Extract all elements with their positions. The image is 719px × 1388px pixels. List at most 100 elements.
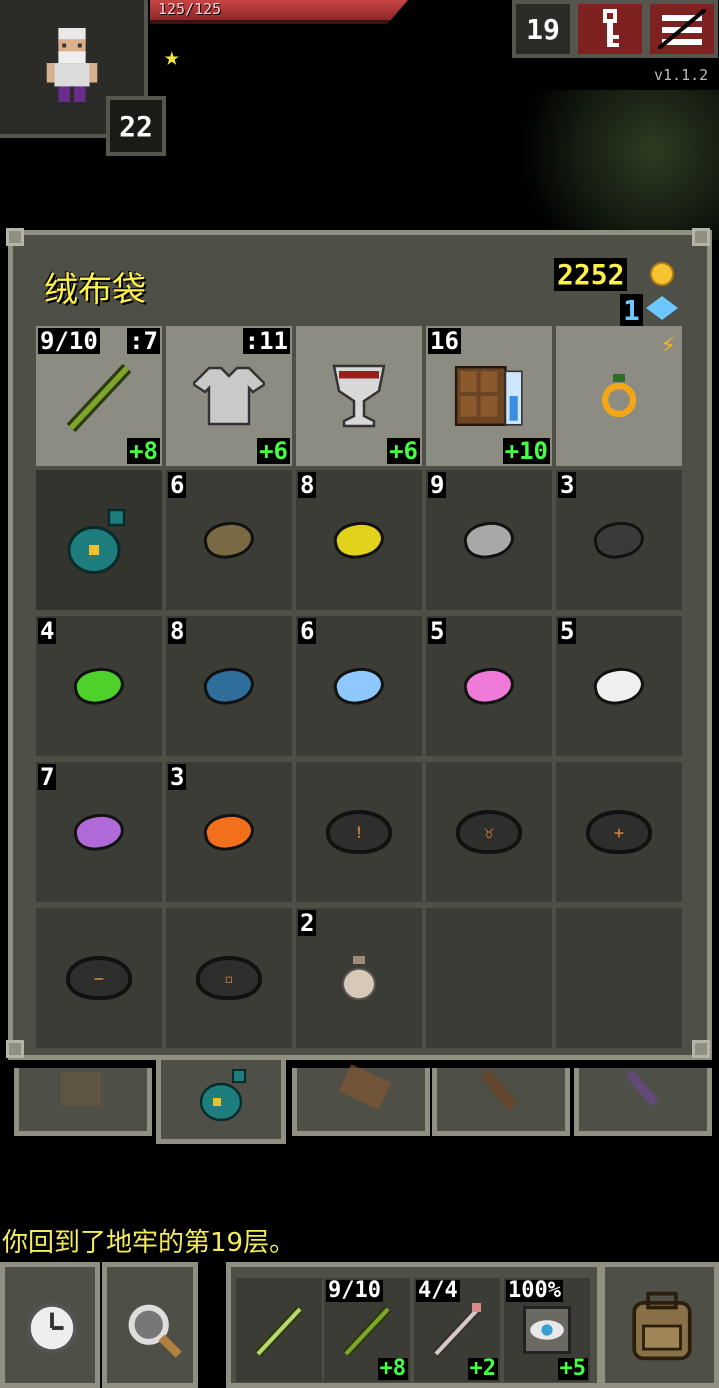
staff-icon (66, 363, 132, 433)
bag-title: 绒布袋 (44, 270, 146, 310)
quantity-label: 5 (428, 617, 447, 645)
quickslot-4[interactable]: 100% +5 (504, 1278, 590, 1382)
charges-label: 16 (428, 327, 461, 355)
inventory-slot[interactable]: 5 (426, 616, 552, 756)
menu-button[interactable] (646, 0, 718, 58)
black-stone-icon (590, 517, 648, 563)
wait-button[interactable] (0, 1262, 100, 1388)
menu-icon (658, 9, 706, 49)
velvet-pouch-tab[interactable] (156, 1060, 286, 1144)
scroll-holder-icon (338, 1064, 392, 1110)
hp-text: 125/125 (158, 0, 222, 18)
upgrade-label: +8 (377, 1356, 408, 1381)
depth-indicator[interactable]: 19 (512, 0, 574, 58)
window-corner (6, 1040, 24, 1058)
inventory-slot[interactable]: 5 (556, 616, 682, 756)
inventory-slot[interactable]: ♉ (426, 762, 552, 902)
equip-slot-weapon[interactable]: 9/10 :7 +8 (36, 326, 162, 466)
upgrade-label: +6 (257, 437, 290, 465)
quantity-label: 3 (168, 763, 187, 791)
inventory-slot[interactable]: 7 (36, 762, 162, 902)
energy-crystal-count: 1 (620, 294, 643, 327)
inventory-slot[interactable]: 8 (166, 616, 292, 756)
wand-holster-tab[interactable] (432, 1068, 570, 1136)
light-blue-stone-icon (330, 663, 388, 709)
quantity-label: 8 (168, 617, 187, 645)
gold-coin-icon (650, 262, 674, 286)
blue-stone-icon (200, 663, 258, 709)
white-stone-icon (590, 663, 648, 709)
velvet-pouch-icon (67, 508, 126, 574)
wand-icon (432, 1303, 482, 1358)
dungeon-background (500, 90, 719, 240)
inventory-slot[interactable]: + (556, 762, 682, 902)
equip-slot-armor[interactable]: :11 +6 (166, 326, 292, 466)
hp-bar: 125/125 (150, 0, 408, 24)
version-label: v1.1.2 (654, 66, 709, 84)
buff-star-icon[interactable]: ★ (164, 42, 180, 72)
equip-slot-misc[interactable]: 16 +10 (426, 326, 552, 466)
charges-label: 100% (506, 1278, 563, 1303)
speed-buff-icon: ⚡ (660, 330, 676, 360)
upgrade-label: +8 (127, 437, 160, 465)
yellow-stone-icon (330, 517, 388, 563)
clock-icon (26, 1302, 78, 1354)
quantity-label: 8 (298, 471, 317, 499)
backpack-icon (61, 1072, 101, 1106)
inventory-slot[interactable]: 4 (36, 616, 162, 756)
window-corner (692, 1040, 710, 1058)
backpack-tab[interactable] (14, 1068, 152, 1136)
inventory-slot[interactable]: 3 (556, 470, 682, 610)
rune-stone-icon: ♉ (456, 810, 522, 854)
quantity-label: 7 (38, 763, 57, 791)
charges-label: 4/4 (416, 1278, 460, 1303)
quickslot-1[interactable] (236, 1278, 322, 1382)
quantity-label: 2 (298, 909, 317, 937)
inventory-slot[interactable]: ! (296, 762, 422, 902)
purple-stone-icon (70, 809, 128, 855)
quickslot-3[interactable]: 4/4 +2 (414, 1278, 500, 1382)
ring-icon (601, 374, 637, 418)
velvet-pouch-icon (199, 1069, 246, 1122)
green-stone-icon (70, 663, 128, 709)
search-button[interactable] (102, 1262, 198, 1388)
magnifier-icon (128, 1304, 182, 1358)
gray-stone-icon (460, 517, 518, 563)
upgrade-label: +5 (557, 1356, 588, 1381)
quantity-label: 6 (298, 617, 317, 645)
orange-stone-icon (200, 809, 258, 855)
charges-label: 9/10 (38, 327, 100, 355)
inventory-slot[interactable]: 3 (166, 762, 292, 902)
wand-holster-icon (480, 1069, 518, 1111)
inventory-slot[interactable]: 2 (296, 908, 422, 1048)
inventory-slot[interactable]: 8 (296, 470, 422, 610)
inventory-slot[interactable]: 9 (426, 470, 552, 610)
equip-slot-artifact[interactable]: +6 (296, 326, 422, 466)
armor-icon (193, 366, 265, 426)
seed-pouch-icon (342, 956, 376, 1000)
inventory-slot[interactable]: 6 (166, 470, 292, 610)
potion-bandolier-tab[interactable] (574, 1068, 712, 1136)
scroll-holder-tab[interactable] (292, 1064, 430, 1136)
inventory-slot[interactable]: ▫ (166, 908, 292, 1048)
inventory-slot[interactable] (426, 908, 552, 1048)
upgrade-label: +6 (387, 437, 420, 465)
quantity-label: 4 (38, 617, 57, 645)
quickslot-2[interactable]: 9/10 +8 (324, 1278, 410, 1382)
rune-stone-icon: ! (326, 810, 392, 854)
spellbook-icon (454, 365, 523, 427)
quantity-label: 9 (428, 471, 447, 499)
hero-sprite (46, 28, 98, 102)
inventory-slot[interactable] (36, 470, 162, 610)
inventory-slot[interactable] (556, 908, 682, 1048)
inventory-slot[interactable]: 6 (296, 616, 422, 756)
upgrade-label: +10 (502, 437, 550, 465)
inventory-button[interactable] (600, 1262, 719, 1388)
journal-button[interactable] (574, 0, 646, 58)
upgrade-label: +2 (467, 1356, 498, 1381)
staff-icon (342, 1305, 392, 1358)
pink-stone-icon (460, 663, 518, 709)
equip-slot-ring[interactable]: ⚡ (556, 326, 682, 466)
window-corner (6, 228, 24, 246)
inventory-slot[interactable]: − (36, 908, 162, 1048)
